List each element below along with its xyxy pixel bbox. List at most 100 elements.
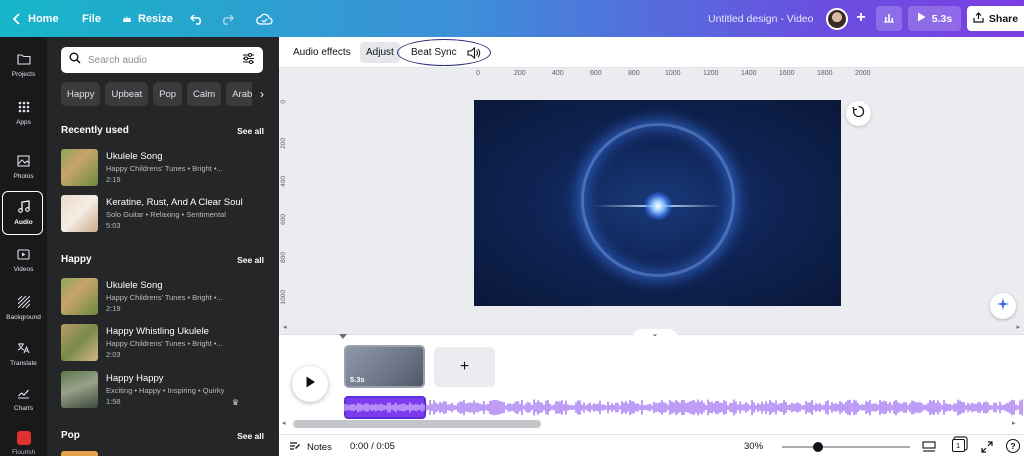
- ruler-tick: 2000: [855, 70, 871, 77]
- annotation-highlight-oval: [397, 39, 491, 66]
- timeline-play-button[interactable]: [292, 366, 328, 402]
- track-thumbnail: [61, 371, 98, 408]
- ruler-tick: 0: [476, 70, 480, 77]
- notes-button[interactable]: Notes: [289, 441, 332, 454]
- undo-button[interactable]: [190, 0, 204, 37]
- present-play-button[interactable]: 5.3s: [908, 6, 961, 31]
- chips-scroll-right-button[interactable]: ›: [252, 82, 272, 106]
- rail-item-audio[interactable]: Audio: [0, 191, 47, 235]
- track-title: Ukulele Song: [106, 280, 163, 291]
- page-count-button[interactable]: 1: [952, 439, 966, 453]
- magic-assistant-button[interactable]: [990, 293, 1016, 319]
- ruler-tick: 400: [280, 176, 287, 187]
- avatar[interactable]: [826, 8, 848, 30]
- search-input[interactable]: [88, 54, 235, 66]
- video-canvas[interactable]: [474, 100, 841, 306]
- expand-arrows-icon: [981, 440, 993, 456]
- zoom-slider-handle[interactable]: [813, 442, 823, 452]
- plus-icon: +: [856, 9, 866, 26]
- share-upload-icon: [973, 11, 984, 26]
- notes-icon: [289, 441, 301, 454]
- track-duration: 2:19: [106, 175, 121, 184]
- fullscreen-button[interactable]: [981, 440, 993, 456]
- rail-item-label: Charts: [13, 405, 34, 412]
- rail-item-label: Background: [6, 313, 41, 321]
- rail-item-translate[interactable]: Translate: [0, 332, 47, 376]
- chip-happy[interactable]: Happy: [61, 82, 101, 106]
- video-icon: [17, 249, 30, 262]
- page-count: 1: [956, 441, 961, 450]
- ruler-tick: 200: [514, 70, 526, 77]
- bar-chart-icon: [883, 12, 895, 26]
- track-title: Keratine, Rust, And A Clear Soul: [106, 197, 243, 208]
- track-subtitle: Happy Childrens' Tunes • Bright •...: [106, 339, 223, 348]
- timeline-scrollbar[interactable]: [293, 420, 541, 428]
- scroll-left-arrow-icon: ◂: [283, 324, 287, 331]
- design-title[interactable]: Untitled design - Video: [708, 13, 813, 25]
- redo-icon: [220, 13, 234, 25]
- rail-item-background[interactable]: Background: [0, 286, 47, 330]
- search-box[interactable]: [61, 47, 263, 73]
- notes-label: Notes: [307, 442, 332, 453]
- chip-upbeat[interactable]: Upbeat: [105, 82, 149, 106]
- filter-sliders-icon[interactable]: [242, 51, 255, 69]
- list-item[interactable]: Happy Happy Exciting • Happy • Inspiring…: [61, 371, 261, 409]
- resize-button[interactable]: Resize: [122, 0, 173, 37]
- section-title-recently-used: Recently used: [61, 125, 129, 136]
- comment-refresh-button[interactable]: [846, 101, 871, 126]
- list-item[interactable]: Keratine, Rust, And A Clear Soul Solo Gu…: [61, 195, 261, 233]
- playback-time: 0:00 / 0:05: [350, 441, 395, 452]
- help-button[interactable]: ?: [1006, 439, 1020, 453]
- track-thumbnail: [61, 278, 98, 315]
- mood-chips: Happy Upbeat Pop Calm Arabic: [61, 82, 266, 106]
- playhead-marker[interactable]: [339, 334, 347, 339]
- add-clip-button[interactable]: +: [434, 347, 495, 387]
- translate-icon: [17, 342, 30, 356]
- timeline-scroll-left-icon[interactable]: ◂: [282, 419, 286, 427]
- chip-calm[interactable]: Calm: [187, 82, 222, 106]
- grid-view-button[interactable]: [922, 440, 936, 456]
- see-all-happy[interactable]: See all: [237, 255, 264, 265]
- file-menu-button[interactable]: File: [82, 0, 101, 37]
- cloud-save-status[interactable]: [256, 0, 273, 37]
- ruler-tick: 1000: [280, 290, 287, 305]
- sparkle-icon: [996, 297, 1010, 316]
- clip-duration: 5.3s: [350, 375, 365, 384]
- redo-button[interactable]: [220, 0, 234, 37]
- rail-item-photos[interactable]: Photos: [0, 145, 47, 189]
- audio-effects-button[interactable]: Audio effects: [287, 42, 357, 63]
- chevron-right-icon: ›: [260, 87, 264, 101]
- list-item[interactable]: Happy Whistling Ukulele Happy Childrens'…: [61, 324, 261, 362]
- ruler-tick: 400: [552, 70, 564, 77]
- collapse-timeline-button[interactable]: ⌄: [632, 329, 678, 339]
- see-all-recently-used[interactable]: See all: [237, 126, 264, 136]
- list-item[interactable]: Ukulele Song Happy Childrens' Tunes • Br…: [61, 278, 261, 316]
- rail-item-videos[interactable]: Videos: [0, 239, 47, 283]
- home-button[interactable]: Home: [12, 0, 59, 37]
- rail-item-label: Flourish: [11, 449, 36, 456]
- ruler-tick: 0: [280, 100, 287, 104]
- scroll-right-arrow-icon: ▸: [1016, 324, 1020, 331]
- section-title-pop: Pop: [61, 430, 80, 441]
- adjust-button[interactable]: Adjust: [360, 42, 400, 63]
- rail-item-projects[interactable]: Projects: [0, 43, 47, 87]
- rail-item-charts[interactable]: Charts: [0, 378, 47, 422]
- play-icon: [917, 12, 926, 25]
- video-clip[interactable]: 5.3s: [344, 345, 425, 388]
- play-duration: 5.3s: [931, 12, 953, 25]
- see-all-pop[interactable]: See all: [237, 431, 264, 441]
- track-title: Happy Whistling Ukulele: [106, 326, 209, 337]
- chip-pop[interactable]: Pop: [153, 82, 183, 106]
- add-collaborator-button[interactable]: +: [852, 9, 870, 27]
- audio-waveform[interactable]: [344, 397, 1024, 418]
- rail-item-apps[interactable]: Apps: [0, 91, 47, 135]
- timeline-scroll-right-icon[interactable]: ▸: [1012, 419, 1016, 427]
- track-subtitle: Happy Childrens' Tunes • Bright •...: [106, 293, 223, 302]
- share-button[interactable]: Share: [967, 6, 1024, 31]
- zoom-level[interactable]: 30%: [744, 441, 763, 452]
- rail-item-flourish[interactable]: Flourish: [0, 425, 47, 456]
- list-item[interactable]: Ukulele Song Happy Childrens' Tunes • Br…: [61, 149, 261, 187]
- ruler-tick: 1400: [741, 70, 757, 77]
- insights-button[interactable]: [876, 6, 902, 31]
- zoom-slider-track[interactable]: [782, 446, 910, 448]
